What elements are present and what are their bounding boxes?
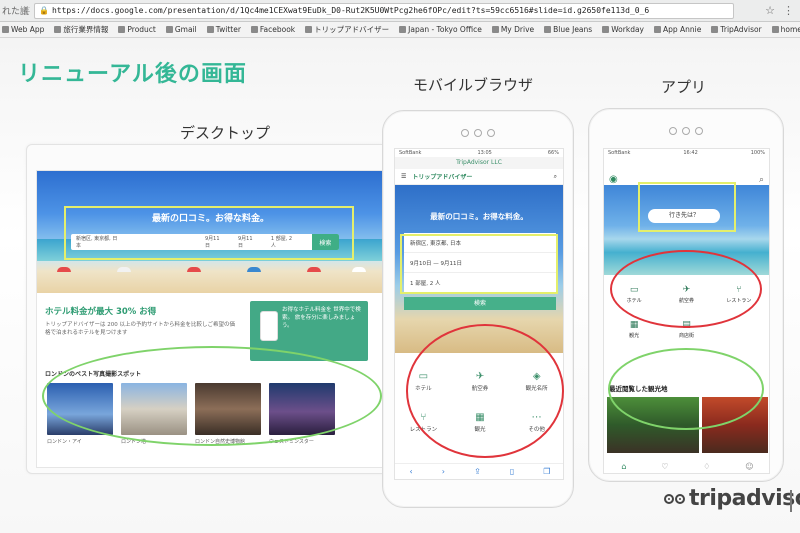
- bookmark-label: Japan - Tokyo Office: [408, 25, 482, 34]
- mobile-time: 13:05: [477, 150, 492, 156]
- mobile-carrier: SoftBank: [399, 150, 422, 156]
- back-icon[interactable]: ‹: [410, 467, 413, 476]
- promo-title: ホテル料金が最大 30% お得: [45, 307, 157, 317]
- bookmark-label: My Drive: [500, 25, 535, 34]
- bookmarks-bar: Web App 旅行業界情報 Product Gmail Twitter Facebook…: [0, 22, 800, 38]
- label-mobile: モバイルブラウザ: [413, 76, 534, 94]
- bookmark-item[interactable]: Twitter: [206, 25, 241, 34]
- tabs-icon[interactable]: ❐: [543, 467, 550, 476]
- app-category-highlight: [610, 250, 762, 328]
- bookmark-label: home: [780, 25, 800, 34]
- bookmark-item[interactable]: Product: [118, 25, 156, 34]
- bookmark-label: Web App: [11, 25, 45, 34]
- slide-title: リニューアル後の画面: [18, 62, 247, 87]
- bookmark-label: Product: [127, 25, 156, 34]
- app-battery: 100%: [750, 150, 765, 156]
- bookmark-icon: [399, 26, 407, 33]
- url-text: https://docs.google.com/presentation/d/1…: [51, 6, 650, 15]
- bookmark-icon: [206, 26, 214, 33]
- bookmark-item[interactable]: Facebook: [250, 25, 296, 34]
- bookmark-item[interactable]: 旅行業界情報: [54, 24, 108, 35]
- bookmark-item[interactable]: Web App: [2, 25, 44, 34]
- mobile-search-button[interactable]: 検索: [404, 297, 556, 310]
- bookmark-icon: [654, 26, 661, 33]
- forward-icon[interactable]: ›: [442, 467, 445, 476]
- tripadvisor-logo: tripadvisor: [664, 486, 800, 511]
- brand-divider: [790, 490, 792, 512]
- bookmark-icon: [2, 26, 9, 33]
- menu-icon[interactable]: ⋮: [783, 4, 794, 17]
- owl-eyes-icon: [664, 493, 685, 504]
- label-app: アプリ: [661, 78, 707, 96]
- bookmark-icon: [491, 26, 499, 33]
- tab-title[interactable]: れた議事: [0, 4, 30, 17]
- app-carrier: SoftBank: [608, 150, 631, 156]
- bookmark-label: TripAdvisor: [720, 25, 762, 34]
- address-bar[interactable]: 🔒 https://docs.google.com/presentation/d…: [34, 2, 734, 19]
- owl-logo-icon: ◉: [609, 174, 618, 185]
- bookmark-icon: [711, 26, 719, 33]
- label-desktop: デスクトップ: [180, 124, 271, 142]
- saves-tab-icon[interactable]: ♡: [661, 462, 668, 471]
- desktop-spots-highlight: [42, 346, 382, 446]
- promo-card-text: お得なホテル料金を 世界中で検索。 旅を存分に楽しみましょう。: [282, 307, 361, 329]
- bookmark-label: Facebook: [259, 25, 296, 34]
- app-time: 16:42: [683, 150, 698, 156]
- mobile-logo[interactable]: トリップアドバイザー: [412, 172, 472, 181]
- mobile-headline: 最新の口コミ。お得な料金。: [430, 212, 528, 221]
- home-tab-icon[interactable]: ⌂: [621, 462, 626, 471]
- mobile-battery: 66%: [547, 150, 559, 156]
- search-icon[interactable]: ⌕: [554, 173, 557, 181]
- app-recent-highlight: [608, 348, 764, 430]
- bookmark-label: 旅行業界情報: [63, 25, 109, 34]
- app-search-highlight: [638, 182, 736, 232]
- bookmark-icon: [305, 26, 313, 33]
- bookmark-icon: [165, 26, 173, 33]
- bookmark-item[interactable]: トリップアドバイザー: [305, 24, 389, 35]
- bookmark-item[interactable]: TripAdvisor: [711, 25, 762, 34]
- profile-tab-icon[interactable]: ☺: [745, 462, 753, 471]
- bookmark-label: Blue Jeans: [553, 25, 593, 34]
- bookmark-item[interactable]: My Drive: [491, 25, 535, 34]
- bookmark-icon: [771, 26, 779, 33]
- browser-toolbar: れた議事 🔒 https://docs.google.com/presentat…: [0, 0, 800, 22]
- notifications-tab-icon[interactable]: ♢: [703, 462, 710, 471]
- mobile-safari-nav: ‹ › ⇪ ▯ ❐: [395, 463, 563, 479]
- mobile-category-highlight: [406, 324, 564, 458]
- app-search-icon[interactable]: ⌕: [759, 175, 764, 185]
- bookmark-item[interactable]: Blue Jeans: [544, 25, 592, 34]
- bookmark-icon[interactable]: ▯: [510, 467, 514, 476]
- phone-illustration: [260, 311, 278, 341]
- hamburger-icon[interactable]: ☰: [401, 173, 406, 180]
- brand-text: tripadvisor: [689, 486, 800, 511]
- bookmark-item[interactable]: home: [771, 25, 800, 34]
- promo-body: トリップアドバイザーは 200 以上の予約サイトから料金を比較しご希望の価格で泊…: [45, 322, 235, 336]
- bookmark-item[interactable]: Gmail: [165, 25, 197, 34]
- bookmark-label: Twitter: [215, 25, 241, 34]
- mobile-url-bar[interactable]: TripAdvisor LLC: [395, 157, 563, 169]
- bookmark-item[interactable]: App Annie: [654, 25, 701, 34]
- lock-icon: 🔒: [39, 6, 49, 15]
- bookmark-label: App Annie: [663, 25, 702, 34]
- thumb-caption: ロンドン・アイ: [47, 439, 82, 445]
- bookmark-icon: [250, 26, 258, 33]
- share-icon[interactable]: ⇪: [474, 467, 481, 476]
- star-icon[interactable]: ☆: [765, 4, 775, 17]
- bookmark-item[interactable]: Japan - Tokyo Office: [399, 25, 482, 34]
- bookmark-icon: [544, 26, 552, 33]
- bookmark-icon: [118, 26, 126, 33]
- slide-canvas: リニューアル後の画面 デスクトップ モバイルブラウザ アプリ 最新の口コミ。お得…: [0, 38, 800, 533]
- desktop-search-highlight: [64, 206, 354, 260]
- bookmark-icon: [602, 26, 610, 33]
- bookmark-label: トリップアドバイザー: [314, 25, 390, 34]
- bookmark-label: Gmail: [174, 25, 197, 34]
- bookmark-icon: [54, 26, 62, 33]
- app-tab-bar: ⌂ ♡ ♢ ☺: [604, 459, 769, 473]
- bookmark-item[interactable]: Workday: [602, 25, 644, 34]
- bookmark-label: Workday: [611, 25, 644, 34]
- mobile-search-highlight: [400, 234, 558, 294]
